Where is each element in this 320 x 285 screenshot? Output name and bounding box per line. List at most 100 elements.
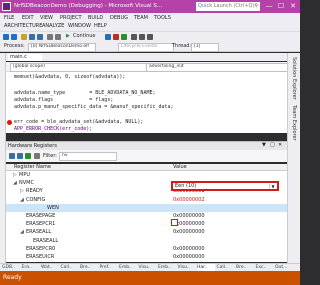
menu-architecture[interactable]: ARCHITECTURE <box>4 23 42 29</box>
navigation-bar: (global scope) advertising_init <box>6 62 290 72</box>
panel-close-icon[interactable]: ✕ <box>278 142 282 148</box>
auto-hide-icon[interactable]: □ <box>270 142 275 148</box>
hardware-registers-title-bar: Hardware Registers ▼ □ ✕ <box>6 141 287 150</box>
restart-icon[interactable] <box>121 34 127 40</box>
table-row[interactable]: ERASEPCR0 0x00000000 <box>6 245 287 253</box>
expand-caret-icon[interactable]: ▷ <box>20 187 24 195</box>
thread-label: Thread: <box>172 43 192 49</box>
table-row[interactable]: ERASEUICR 0x00000000 <box>6 253 287 261</box>
column-register-name[interactable]: Register Name <box>14 164 51 170</box>
menu-bar: FILE EDIT VIEW PROJECT BUILD DEBUG TEAM … <box>0 13 300 31</box>
table-row[interactable]: ERASEPCR1 0x00000000 <box>6 220 287 228</box>
break-all-icon[interactable] <box>105 34 111 40</box>
column-value[interactable]: Value <box>173 164 187 170</box>
menu-help[interactable]: HELP <box>94 23 107 29</box>
register-value: 0x00000000 <box>173 229 205 236</box>
maximize-button[interactable]: ☐ <box>275 1 287 12</box>
scope-dropdown[interactable]: (global scope) <box>10 63 148 72</box>
table-row[interactable]: ERASEALL <box>6 237 287 245</box>
title-bar: NrfSDBeaconDemo (Debugging) - Microsoft … <box>0 0 300 13</box>
code-text: memset(&advdata, 0, sizeof(advdata)); <box>14 74 126 80</box>
step-into-icon[interactable] <box>131 34 137 40</box>
chevron-down-icon: ▼ <box>269 184 276 189</box>
lifecycle-events-dropdown[interactable]: Lifecycle Events <box>118 43 174 52</box>
menu-project[interactable]: PROJECT <box>60 15 82 21</box>
tab-main-c-label: main.c <box>10 54 27 60</box>
menu-analyze[interactable]: ANALYZE <box>42 23 64 29</box>
pin-icon[interactable]: ▼ <box>262 142 266 148</box>
filter-label: Filter: <box>43 153 57 159</box>
thread-value: [1] <box>194 44 201 49</box>
table-row[interactable]: ◢ CONFIG 0x00000002 <box>6 196 287 204</box>
menu-tools[interactable]: TOOLS <box>154 15 171 21</box>
hardware-registers-toolbar: Filter: nv <box>6 150 287 162</box>
redo-icon[interactable] <box>55 34 61 40</box>
menu-file[interactable]: FILE <box>4 15 14 21</box>
thread-dropdown[interactable]: [1] <box>191 43 219 52</box>
save-icon[interactable] <box>29 34 35 40</box>
register-name: WEN <box>47 204 59 211</box>
open-folder-icon[interactable] <box>21 34 27 40</box>
register-name: NVMC <box>19 180 34 187</box>
register-value: 0x00000000 <box>173 254 205 260</box>
code-line: memset(&advdata, 0, sizeof(advdata)); <box>14 74 125 80</box>
menu-build[interactable]: BUILD <box>88 15 103 21</box>
table-row[interactable]: ERASEPAGE 0x00000000 <box>6 212 287 220</box>
menu-debug[interactable]: DEBUG <box>110 15 128 21</box>
process-dropdown[interactable]: [0] NrfSDBeaconDemo.elf <box>28 43 96 52</box>
menu-edit[interactable]: EDIT <box>22 15 34 21</box>
back-icon[interactable] <box>3 34 9 40</box>
register-name: ERASEPAGE <box>26 213 56 219</box>
tab-team-explorer[interactable]: Team Explorer <box>291 105 297 141</box>
continue-button[interactable]: Continue <box>73 33 95 39</box>
close-button[interactable]: ✕ <box>287 1 299 12</box>
step-out-icon[interactable] <box>147 34 153 40</box>
code-text: err_code = ble_advdata_set(&advdata, NUL… <box>14 119 144 125</box>
function-dropdown[interactable]: advertising_init <box>146 63 290 72</box>
wen-value: Een (10) <box>175 183 197 189</box>
register-name: ERASEPCR0 <box>26 245 56 252</box>
eraseall-value-checkbox[interactable] <box>171 219 178 226</box>
quick-launch-input[interactable]: Quick Launch (Ctrl+Q) ⚲ <box>196 2 260 11</box>
save-all-icon[interactable] <box>37 34 43 40</box>
menu-view[interactable]: VIEW <box>40 15 53 21</box>
refresh-icon[interactable] <box>25 153 31 159</box>
register-value: 0x00000000 <box>173 245 205 252</box>
stop-debugging-icon[interactable] <box>113 34 119 40</box>
table-row[interactable]: WEN <box>6 203 287 212</box>
expand-caret-icon[interactable]: ▷ <box>13 171 17 179</box>
register-table-header: Register Name Value <box>6 164 287 171</box>
table-row[interactable]: ▷ MPU <box>6 171 287 179</box>
filter-input[interactable]: nv <box>59 152 117 161</box>
debug-location-toolbar: Process: [0] NrfSDBeaconDemo.elf Lifecyc… <box>0 41 300 52</box>
minimize-button[interactable]: — <box>263 1 275 12</box>
wen-value-dropdown[interactable]: Een (10) ▼ <box>171 181 279 191</box>
expand-caret-icon[interactable]: ◢ <box>20 228 24 236</box>
register-name: CONFIG <box>26 196 46 203</box>
continue-icon[interactable]: ▶ <box>66 33 70 39</box>
collapse-icon[interactable] <box>17 153 23 159</box>
breakpoint-icon[interactable] <box>7 120 12 125</box>
expand-caret-icon[interactable]: ◢ <box>13 179 17 187</box>
table-row[interactable]: ◢ ERASEALL 0x00000000 <box>6 228 287 236</box>
tab-solution-explorer[interactable]: Solution Explorer <box>291 57 297 100</box>
expand-caret-icon[interactable]: ◢ <box>20 196 24 204</box>
standard-toolbar: ▶ Continue <box>0 31 300 41</box>
code-editor[interactable]: memset(&advdata, 0, sizeof(advdata)); ad… <box>6 72 287 133</box>
forward-icon[interactable] <box>11 34 17 40</box>
code-text: advdata.p_manuf_specific_data = &manuf_s… <box>14 104 174 110</box>
menu-team[interactable]: TEAM <box>134 15 148 21</box>
step-over-icon[interactable] <box>139 34 145 40</box>
code-line: err_code = ble_advdata_set(&advdata, NUL… <box>14 119 143 125</box>
expand-icon[interactable] <box>9 153 15 159</box>
search-icon: ⚲ <box>254 3 258 9</box>
undo-icon[interactable] <box>47 34 53 40</box>
code-text: APP_ERROR_CHECK(err_code); <box>14 126 93 132</box>
status-bar: Ready <box>0 271 300 285</box>
code-text: advdata.flags = flags; <box>14 97 114 103</box>
code-line: APP_ERROR_CHECK(err_code); <box>14 126 92 132</box>
code-line: advdata.flags = flags; <box>14 97 113 103</box>
settings-icon[interactable] <box>34 153 40 159</box>
tab-main-c[interactable]: main.c <box>8 54 42 61</box>
menu-window[interactable]: WINDOW <box>68 23 91 29</box>
